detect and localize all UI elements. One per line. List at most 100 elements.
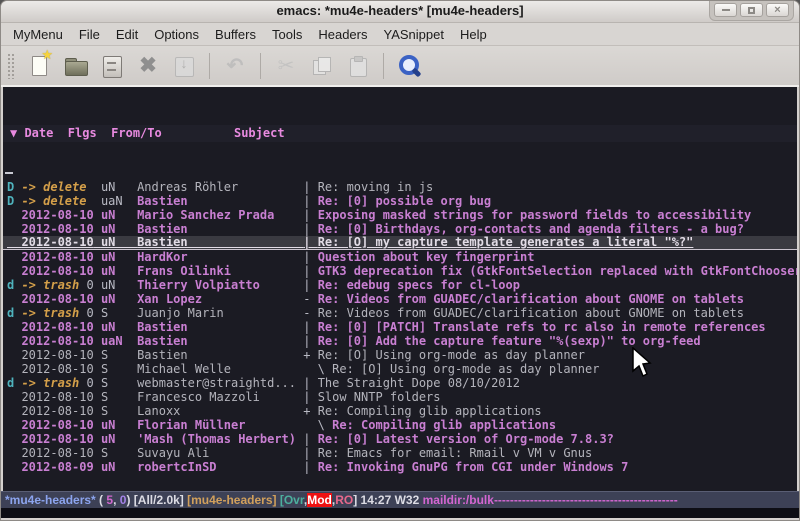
message-row[interactable]: d -> trash 0 S Juanjo Marin - Re: Videos… <box>3 306 797 320</box>
modeline-segment: [All/2.0k] <box>134 493 187 507</box>
minimize-button[interactable] <box>714 3 737 17</box>
message-row[interactable]: 2012-08-09 uN robertcInSD | Re: Invoking… <box>3 460 797 474</box>
row-segment: 2012-08-09 <box>21 460 93 474</box>
message-row[interactable]: 2012-08-10 uN Mario Sanchez Prada | Expo… <box>3 208 797 222</box>
row-segment <box>94 390 101 404</box>
close-icon[interactable]: ✖ <box>135 53 161 79</box>
row-segment: Re: Videos from GUADEC/clarification abo… <box>318 306 744 320</box>
menu-help[interactable]: Help <box>452 24 495 45</box>
row-segment <box>7 236 21 249</box>
row-segment: Re: moving in js <box>318 180 434 194</box>
emacs-window: emacs: *mu4e-headers* [mu4e-headers] × M… <box>0 0 800 521</box>
row-segment: Xan Lopez <box>137 292 303 306</box>
close-button[interactable]: × <box>766 3 789 17</box>
message-row[interactable]: 2012-08-10 uN 'Mash (Thomas Herbert) | R… <box>3 432 797 446</box>
titlebar[interactable]: emacs: *mu4e-headers* [mu4e-headers] × <box>1 1 799 23</box>
row-segment: 2012-08-10 <box>21 348 93 362</box>
minimize-icon <box>722 9 730 11</box>
menu-edit[interactable]: Edit <box>108 24 146 45</box>
menu-yasnippet[interactable]: YASnippet <box>375 24 451 45</box>
row-segment: \ <box>303 418 332 432</box>
toolbar-separator <box>383 53 384 79</box>
row-segment: | <box>303 460 317 474</box>
message-row[interactable]: 2012-08-10 uN Bastien | Re: [0] [PATCH] … <box>3 320 797 334</box>
row-segment: 2012-08-10 <box>21 432 93 446</box>
row-segment: + <box>303 404 317 418</box>
message-row[interactable]: 2012-08-10 S Lanoxx + Re: Compiling glib… <box>3 404 797 418</box>
message-row[interactable]: 2012-08-10 uaN Bastien | Re: [0] Add the… <box>3 334 797 348</box>
row-segment <box>7 460 21 474</box>
menu-buffers[interactable]: Buffers <box>207 24 264 45</box>
row-segment: 2012-08-10 <box>21 264 93 278</box>
modeline[interactable]: *mu4e-headers* ( 5, 0) [All/2.0k] [mu4e-… <box>1 491 799 508</box>
row-segment: 2012-08-10 <box>21 236 93 249</box>
message-row[interactable]: 2012-08-10 uN Frans Oilinki | GTK3 depre… <box>3 264 797 278</box>
row-segment: S <box>101 404 137 418</box>
search-icon[interactable] <box>396 53 422 79</box>
message-row[interactable]: 2012-08-10 S Suvayu Ali | Re: Emacs for … <box>3 446 797 460</box>
new-file-icon[interactable] <box>27 53 53 79</box>
row-segment: | <box>303 376 317 390</box>
row-segment: uN <box>101 292 137 306</box>
buffer-frame: ▼ Date Flgs From/To Subject D -> delete … <box>1 87 799 521</box>
message-row[interactable]: d -> trash 0 S webmaster@straightd... | … <box>3 376 797 390</box>
menu-options[interactable]: Options <box>146 24 207 45</box>
row-segment: Michael Welle <box>137 362 303 376</box>
maximize-icon <box>748 7 755 14</box>
row-segment: d <box>7 306 21 320</box>
message-row[interactable]: d -> trash 0 uN Thierry Volpiatto | Re: … <box>3 278 797 292</box>
row-segment: uN <box>101 264 137 278</box>
row-segment: Lanoxx <box>137 404 303 418</box>
message-row[interactable]: 2012-08-10 uN HardKor | Question about k… <box>3 250 797 264</box>
row-segment <box>94 208 101 222</box>
menu-tools[interactable]: Tools <box>264 24 310 45</box>
row-segment: uN <box>101 320 137 334</box>
open-folder-icon[interactable] <box>63 53 89 79</box>
row-segment: S <box>101 348 137 362</box>
message-row[interactable]: 2012-08-10 S Michael Welle \ Re: [O] Usi… <box>3 362 797 376</box>
message-row[interactable]: 2012-08-10 S Francesco Mazzoli | Slow NN… <box>3 390 797 404</box>
undo-icon: ↶ <box>222 53 248 79</box>
row-segment: Frans Oilinki <box>137 264 303 278</box>
message-list: D -> delete uN Andreas Röhler | Re: movi… <box>3 180 797 474</box>
row-segment: | <box>303 390 317 404</box>
row-segment <box>94 292 101 306</box>
menu-mymenu[interactable]: MyMenu <box>5 24 71 45</box>
row-segment: | <box>303 264 317 278</box>
row-segment: | <box>303 446 317 460</box>
message-row[interactable]: D -> delete uaN Bastien | Re: [0] possib… <box>3 194 797 208</box>
row-segment: | <box>303 208 317 222</box>
row-segment: Bastien <box>137 348 303 362</box>
message-row[interactable]: 2012-08-10 S Bastien + Re: [O] Using org… <box>3 348 797 362</box>
toolbar-drag-handle[interactable] <box>7 53 14 79</box>
message-row[interactable]: 2012-08-10 uN Bastien | Re: [0] Birthday… <box>3 222 797 236</box>
menu-file[interactable]: File <box>71 24 108 45</box>
row-segment: S <box>101 306 137 320</box>
modeline-segment: ----------------------------------------… <box>494 493 678 507</box>
message-row[interactable]: 2012-08-10 uN Xan Lopez - Re: Videos fro… <box>3 292 797 306</box>
close-icon: × <box>774 5 780 16</box>
message-row[interactable]: D -> delete uN Andreas Röhler | Re: movi… <box>3 180 797 194</box>
row-segment: Re: Videos from GUADEC/clarification abo… <box>318 292 744 306</box>
row-segment: 2012-08-10 <box>21 404 93 418</box>
row-segment: Re: [0] possible org bug <box>318 194 491 208</box>
message-row[interactable]: 2012-08-10 uN Bastien | Re: [O] my captu… <box>3 236 797 250</box>
file-cabinet-icon[interactable] <box>99 53 125 79</box>
maximize-button[interactable] <box>740 3 763 17</box>
row-segment: S <box>101 446 137 460</box>
row-segment: uaN <box>101 194 137 208</box>
message-row[interactable]: 2012-08-10 uN Florian Müllner \ Re: Comp… <box>3 418 797 432</box>
row-segment: 0 <box>79 376 101 390</box>
toolbar-separator <box>209 53 210 79</box>
row-segment: uN <box>101 250 137 264</box>
row-segment: Re: [0] [PATCH] Translate refs to rc als… <box>318 320 766 334</box>
modeline-segment: RO <box>335 493 353 507</box>
row-segment: | <box>303 320 317 334</box>
row-segment <box>94 404 101 418</box>
row-segment <box>94 348 101 362</box>
modeline-segment: maildir:/bulk <box>423 493 494 507</box>
menu-headers[interactable]: Headers <box>310 24 375 45</box>
column-headers[interactable]: ▼ Date Flgs From/To Subject <box>3 125 797 142</box>
row-segment: D <box>7 194 21 208</box>
row-segment: Re: Invoking GnuPG from CGI under Window… <box>318 460 629 474</box>
